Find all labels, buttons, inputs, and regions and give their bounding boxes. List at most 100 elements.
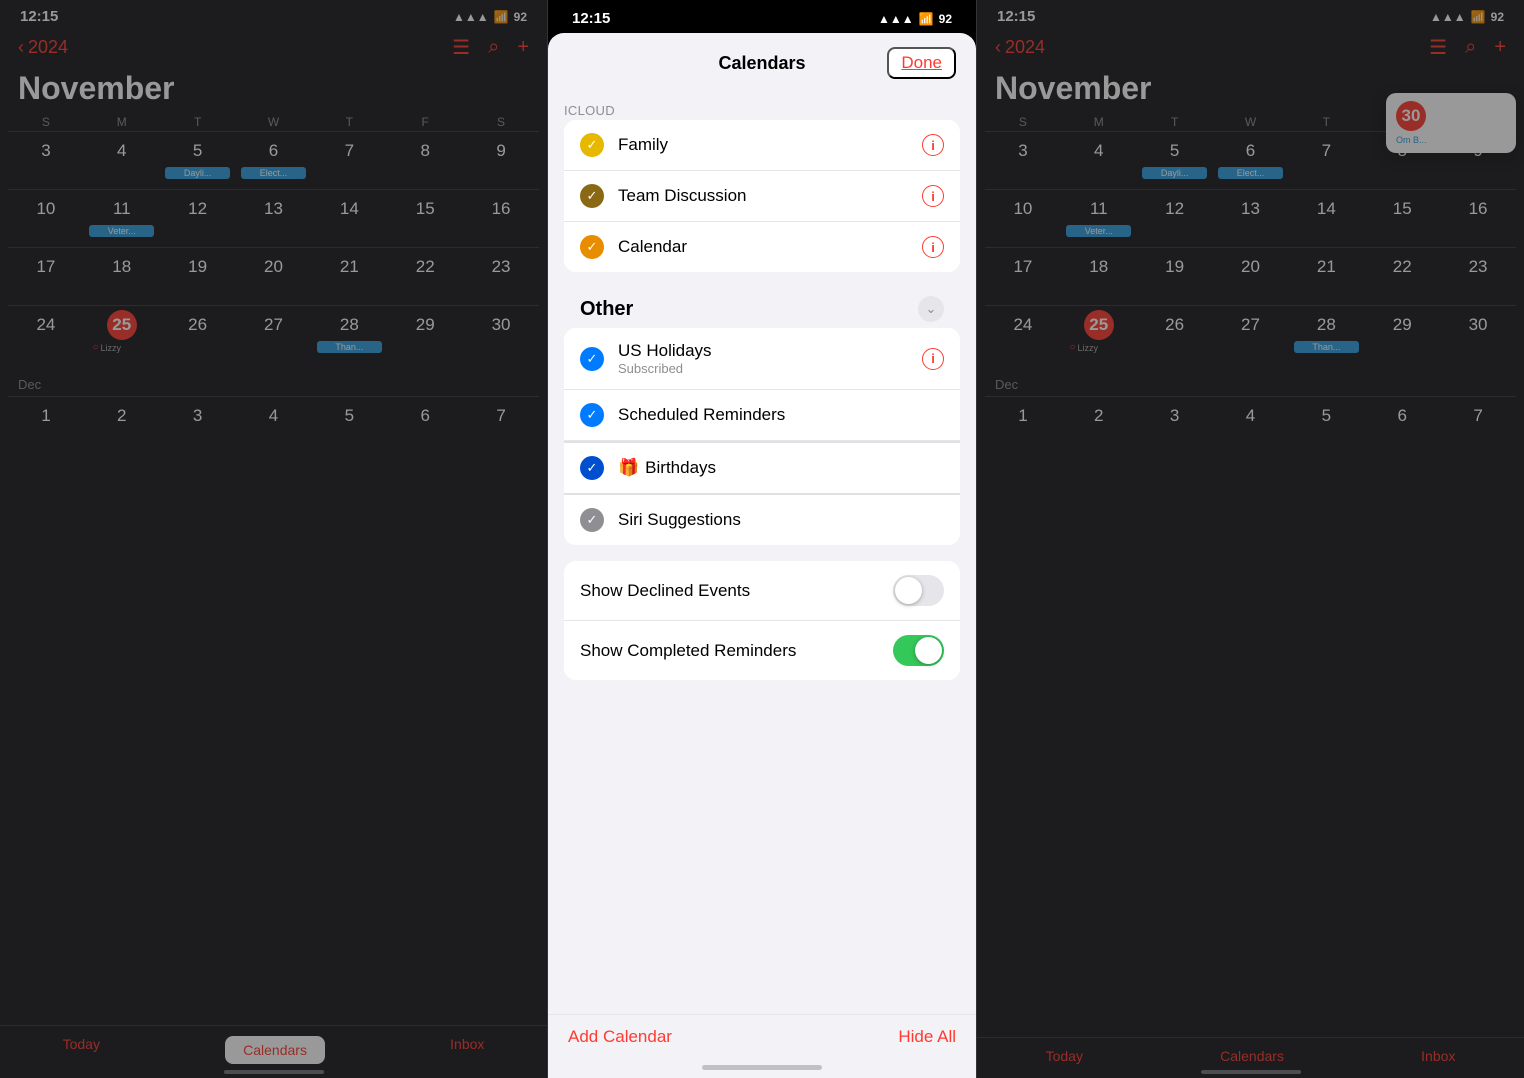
cal-cell[interactable]: 26 <box>160 306 236 363</box>
cal-cell[interactable]: 9 <box>463 132 539 189</box>
cal-cell[interactable]: 19 <box>160 248 236 305</box>
left-add-icon[interactable]: + <box>517 36 529 59</box>
cal-cell[interactable]: 29 <box>387 306 463 363</box>
cal-cell[interactable]: 18 <box>1061 248 1137 305</box>
cal-cell[interactable]: 3 <box>8 132 84 189</box>
cal-cell[interactable]: 24 <box>8 306 84 363</box>
cal-cell[interactable]: 11Veter... <box>1061 190 1137 247</box>
cal-cell[interactable]: 7 <box>311 132 387 189</box>
list-item-us-holidays[interactable]: ✓ US Holidays Subscribed i <box>564 328 960 390</box>
list-item-family[interactable]: ✓ Family i <box>564 120 960 171</box>
completed-reminders-toggle[interactable] <box>893 635 944 666</box>
add-calendar-button[interactable]: Add Calendar <box>568 1027 672 1047</box>
cal-cell[interactable]: 29 <box>1364 306 1440 363</box>
cal-cell[interactable]: 21 <box>311 248 387 305</box>
cal-cell[interactable]: 5 <box>1288 397 1364 454</box>
cal-cell[interactable]: 23 <box>1440 248 1516 305</box>
list-item-scheduled-reminders[interactable]: ✓ Scheduled Reminders <box>564 390 960 441</box>
list-item-team-discussion[interactable]: ✓ Team Discussion i <box>564 171 960 222</box>
right-layers-icon[interactable]: ☰ <box>1429 35 1447 60</box>
left-search-icon[interactable]: ⌕ <box>488 36 499 59</box>
cal-cell[interactable]: 4 <box>84 132 160 189</box>
cal-cell[interactable]: 2 <box>84 397 160 454</box>
cal-cell[interactable]: 16 <box>463 190 539 247</box>
tab-inbox-right[interactable]: Inbox <box>1421 1048 1455 1064</box>
cal-cell[interactable]: 3 <box>1137 397 1213 454</box>
tab-today-left[interactable]: Today <box>63 1036 100 1064</box>
declined-events-toggle[interactable] <box>893 575 944 606</box>
cal-cell[interactable]: 8 <box>387 132 463 189</box>
left-layers-icon[interactable]: ☰ <box>452 35 470 60</box>
cal-cell[interactable]: 20 <box>236 248 312 305</box>
cal-cell[interactable]: 13 <box>236 190 312 247</box>
tab-calendars-right[interactable]: Calendars <box>1220 1048 1284 1064</box>
family-info-icon[interactable]: i <box>922 134 944 156</box>
tab-inbox-left[interactable]: Inbox <box>450 1036 484 1064</box>
left-back-year[interactable]: ‹ 2024 <box>18 37 68 58</box>
us-holidays-info-icon[interactable]: i <box>922 348 944 370</box>
cal-cell[interactable]: 28Than... <box>311 306 387 363</box>
cal-cell[interactable]: 4 <box>1061 132 1137 189</box>
right-back-year[interactable]: ‹ 2024 <box>995 37 1045 58</box>
cal-cell[interactable]: 7 <box>463 397 539 454</box>
tab-today-right[interactable]: Today <box>1046 1048 1083 1064</box>
cal-cell-30[interactable]: 30 30 Om B... <box>1440 306 1516 363</box>
cal-cell[interactable]: 18 <box>84 248 160 305</box>
list-item-calendar[interactable]: ✓ Calendar i <box>564 222 960 272</box>
cal-cell[interactable]: 5Dayli... <box>160 132 236 189</box>
cal-cell-today-right[interactable]: 25Lizzy <box>1061 306 1137 363</box>
cal-cell[interactable]: 11Veter... <box>84 190 160 247</box>
cal-cell[interactable]: 15 <box>387 190 463 247</box>
cal-cell[interactable]: 5Dayli... <box>1137 132 1213 189</box>
calendar-info-icon[interactable]: i <box>922 236 944 258</box>
cal-cell[interactable]: 22 <box>1364 248 1440 305</box>
cal-cell[interactable]: 4 <box>236 397 312 454</box>
cal-cell[interactable]: 28Than... <box>1288 306 1364 363</box>
cal-cell[interactable]: 17 <box>8 248 84 305</box>
cal-cell[interactable]: 5 <box>311 397 387 454</box>
cal-cell[interactable]: 14 <box>311 190 387 247</box>
cal-cell[interactable]: 1 <box>985 397 1061 454</box>
cal-cell[interactable]: 6Elect... <box>236 132 312 189</box>
cal-cell[interactable]: 21 <box>1288 248 1364 305</box>
cal-cell[interactable]: 3 <box>160 397 236 454</box>
cal-cell[interactable]: 15 <box>1364 190 1440 247</box>
cal-cell[interactable]: 17 <box>985 248 1061 305</box>
cal-cell[interactable]: 3 <box>985 132 1061 189</box>
cal-cell[interactable]: 22 <box>387 248 463 305</box>
cal-cell[interactable]: 27 <box>236 306 312 363</box>
completed-reminders-label: Show Completed Reminders <box>580 641 796 661</box>
cal-cell[interactable]: 12 <box>160 190 236 247</box>
cal-cell[interactable]: 4 <box>1213 397 1289 454</box>
cal-cell[interactable]: 23 <box>463 248 539 305</box>
list-item-birthdays[interactable]: ✓ 🎁 Birthdays <box>564 441 960 495</box>
cal-cell[interactable]: 16 <box>1440 190 1516 247</box>
cal-cell[interactable]: 10 <box>8 190 84 247</box>
cal-cell[interactable]: 7 <box>1440 397 1516 454</box>
right-search-icon[interactable]: ⌕ <box>1465 36 1476 59</box>
cal-cell[interactable]: 27 <box>1213 306 1289 363</box>
cal-cell[interactable]: 6 <box>1364 397 1440 454</box>
tab-calendars-left[interactable]: Calendars <box>225 1036 325 1064</box>
team-info-icon[interactable]: i <box>922 185 944 207</box>
done-button[interactable]: Done <box>887 47 956 79</box>
cal-cell[interactable]: 12 <box>1137 190 1213 247</box>
cal-cell[interactable]: 10 <box>985 190 1061 247</box>
cal-cell-today[interactable]: 25Lizzy <box>84 306 160 363</box>
cal-cell[interactable]: 2 <box>1061 397 1137 454</box>
cal-cell[interactable]: 14 <box>1288 190 1364 247</box>
cal-cell[interactable]: 13 <box>1213 190 1289 247</box>
cal-cell[interactable]: 1 <box>8 397 84 454</box>
hide-all-button[interactable]: Hide All <box>898 1027 956 1047</box>
cal-cell[interactable]: 24 <box>985 306 1061 363</box>
cal-cell[interactable]: 7 <box>1288 132 1364 189</box>
cal-cell[interactable]: 6 <box>387 397 463 454</box>
cal-cell[interactable]: 30 <box>463 306 539 363</box>
cal-cell[interactable]: 26 <box>1137 306 1213 363</box>
list-item-siri-suggestions[interactable]: ✓ Siri Suggestions <box>564 495 960 545</box>
right-add-icon[interactable]: + <box>1494 36 1506 59</box>
cal-cell[interactable]: 6Elect... <box>1213 132 1289 189</box>
other-chevron[interactable]: ⌄ <box>918 296 944 322</box>
cal-cell[interactable]: 19 <box>1137 248 1213 305</box>
cal-cell[interactable]: 20 <box>1213 248 1289 305</box>
